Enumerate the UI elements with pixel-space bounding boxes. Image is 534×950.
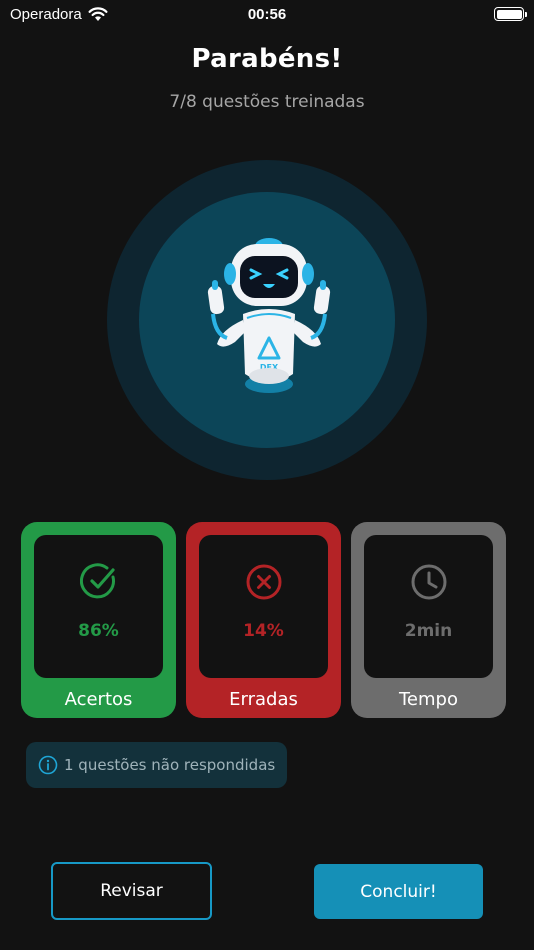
time-value: 2min xyxy=(404,621,453,641)
status-left: Operadora xyxy=(10,6,108,23)
unanswered-text: 1 questões não respondidas xyxy=(64,756,276,774)
x-circle-icon xyxy=(246,564,281,600)
robot-mascot-image: DEX xyxy=(207,238,331,393)
unanswered-info: 1 questões não respondidas xyxy=(26,742,287,788)
page-title: Parabéns! xyxy=(191,44,343,74)
stat-card-time-body: 2min xyxy=(364,535,493,678)
battery-level xyxy=(496,9,522,19)
mascot-circle-outer: DEX xyxy=(107,160,427,480)
stats-cards: 86% Acertos 14% Erradas 2min Tempo xyxy=(21,522,506,718)
battery-icon xyxy=(494,7,527,21)
stat-card-correct-body: 86% xyxy=(34,535,163,678)
finish-button[interactable]: Concluir! xyxy=(314,864,483,919)
info-icon xyxy=(38,755,58,775)
carrier-label: Operadora xyxy=(10,5,82,23)
stat-card-correct: 86% Acertos xyxy=(21,522,176,718)
clock-icon xyxy=(411,564,446,600)
review-button[interactable]: Revisar xyxy=(51,862,212,920)
correct-label: Acertos xyxy=(64,689,133,710)
stat-card-wrong-body: 14% xyxy=(199,535,328,678)
time-label: Tempo xyxy=(399,689,458,710)
wifi-icon xyxy=(88,6,108,21)
stat-card-wrong: 14% Erradas xyxy=(186,522,341,718)
stat-card-time: 2min Tempo xyxy=(351,522,506,718)
wrong-label: Erradas xyxy=(229,689,298,710)
status-bar: Operadora 00:56 xyxy=(0,0,534,28)
wrong-percentage: 14% xyxy=(243,621,284,641)
progress-subtitle: 7/8 questões treinadas xyxy=(169,92,365,112)
check-circle-icon xyxy=(79,563,115,599)
correct-percentage: 86% xyxy=(78,621,119,641)
